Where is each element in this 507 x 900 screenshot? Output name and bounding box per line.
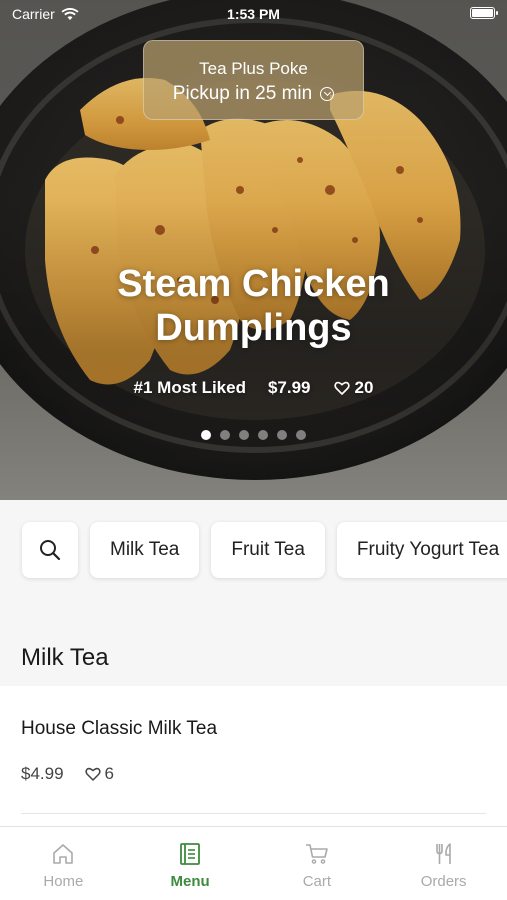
menu-item-price: $4.99: [21, 764, 64, 783]
search-icon: [40, 540, 61, 561]
battery-icon: [470, 7, 498, 19]
app-screen: Carrier 1:53 PM Tea Plus Poke Pickup in …: [0, 0, 507, 900]
menu-item-likes-count: 6: [104, 764, 115, 783]
menu-item-name: House Classic Milk Tea: [21, 718, 218, 739]
category-chip[interactable]: Fruit Tea: [211, 522, 325, 578]
tab-bar: Home Menu Cart Orders: [0, 826, 507, 900]
pickup-eta-label: Pickup in 25 min: [172, 83, 313, 104]
featured-price: $7.99: [267, 378, 311, 397]
carousel-dot[interactable]: [239, 430, 249, 440]
featured-rank: #1 Most Liked: [133, 378, 246, 397]
menu-item-likes: 6: [84, 764, 114, 784]
pickup-eta: Pickup in 25 min: [144, 83, 363, 105]
chevron-down-icon: [320, 87, 335, 101]
category-chip[interactable]: Milk Tea: [90, 522, 200, 578]
carousel-dot[interactable]: [201, 430, 211, 440]
featured-hero[interactable]: Carrier 1:53 PM Tea Plus Poke Pickup in …: [0, 0, 507, 500]
carousel-dot[interactable]: [277, 430, 287, 440]
tab-orders-label: Orders: [420, 873, 467, 890]
featured-likes: 20: [333, 378, 374, 398]
tab-home-label: Home: [43, 873, 84, 890]
home-icon: [53, 844, 74, 864]
tab-cart[interactable]: Cart: [254, 827, 381, 900]
featured-item-meta: #1 Most Liked $7.99 20: [0, 378, 507, 398]
tab-orders[interactable]: Orders: [380, 827, 507, 900]
store-name: Tea Plus Poke: [199, 59, 308, 78]
menu-book-icon: [180, 843, 201, 865]
pickup-selector[interactable]: Tea Plus Poke Pickup in 25 min: [143, 40, 364, 120]
featured-item-title: Steam Chicken Dumplings: [117, 263, 390, 349]
carousel-dot[interactable]: [258, 430, 268, 440]
featured-likes-count: 20: [354, 378, 374, 397]
category-chip[interactable]: Fruity Yogurt Tea: [336, 522, 507, 578]
category-bar: Milk Tea Fruit Tea Fruity Yogurt Tea: [0, 500, 507, 600]
divider: [21, 813, 486, 814]
fork-knife-icon: [435, 843, 451, 864]
carousel-dot[interactable]: [296, 430, 306, 440]
tab-menu[interactable]: Menu: [127, 827, 254, 900]
tab-cart-label: Cart: [302, 873, 332, 890]
carousel-dot[interactable]: [220, 430, 230, 440]
tab-menu-label: Menu: [170, 873, 210, 890]
section-title: Milk Tea: [21, 644, 109, 671]
clock: 1:53 PM: [227, 6, 280, 22]
carousel-pagination[interactable]: [0, 430, 507, 440]
search-button[interactable]: [22, 522, 78, 578]
cart-icon: [305, 844, 328, 864]
menu-item-card[interactable]: House Classic Milk Tea $4.99 6: [0, 686, 507, 826]
status-bar: Carrier 1:53 PM: [0, 0, 507, 28]
menu-item-meta: $4.99 6: [21, 764, 114, 784]
category-chip-row: Milk Tea Fruit Tea Fruity Yogurt Tea: [22, 522, 507, 578]
heart-icon: [84, 767, 101, 781]
heart-icon: [333, 381, 350, 395]
tab-home[interactable]: Home: [0, 827, 127, 900]
